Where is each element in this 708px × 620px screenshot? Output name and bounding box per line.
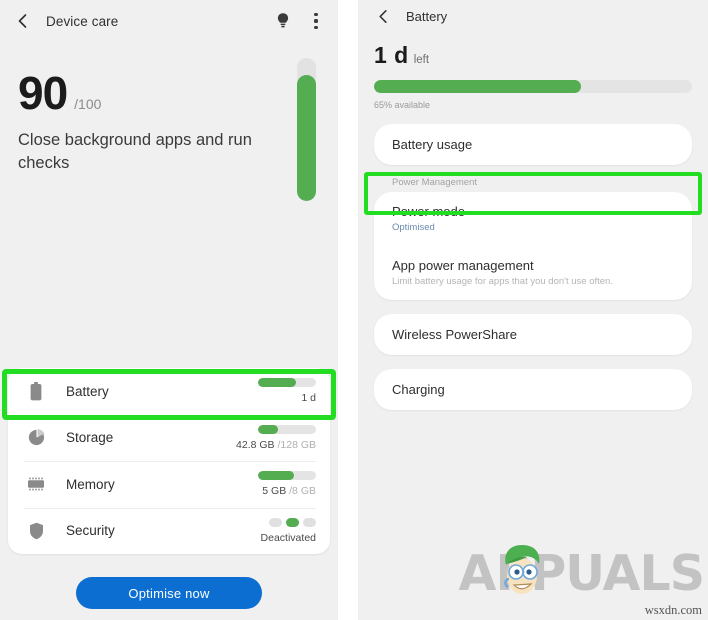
value-primary: 1 d (301, 392, 316, 405)
settings-item-title: Charging (392, 382, 445, 397)
battery-body: 1 d left 65% available Battery usage Pow… (358, 42, 708, 410)
value-primary: 42.8 GB (236, 438, 275, 451)
list-item-security[interactable]: Security Deactivated (8, 507, 330, 555)
list-item-label: Memory (66, 476, 115, 492)
list-item-memory[interactable]: Memory 5 GB /8 GB (8, 461, 330, 508)
list-item-label: Security (66, 523, 115, 539)
battery-usage-card: Battery usage (374, 124, 692, 165)
score-denominator: /100 (74, 96, 102, 112)
settings-item-title: Power mode (392, 204, 465, 219)
back-chevron-icon[interactable] (372, 5, 394, 27)
shield-icon (24, 519, 48, 543)
device-care-panel: Device care 90 /100 Close background app… (0, 0, 338, 620)
list-item-label: Storage (66, 430, 114, 446)
list-item-metric: Deactivated (220, 517, 316, 544)
value-primary: Deactivated (260, 531, 316, 544)
score-value: 90 (18, 67, 68, 119)
value-primary: 5 GB (262, 485, 287, 498)
value-secondary: /128 GB (277, 438, 316, 451)
storage-pie-icon (24, 426, 48, 450)
power-management-card: Power mode Optimised App power managemen… (374, 192, 692, 300)
battery-level-bar (374, 80, 692, 93)
section-label-power-management: Power Management (392, 177, 478, 188)
score-line: 90 /100 (18, 70, 338, 116)
optimise-now-button[interactable]: Optimise now (76, 577, 262, 609)
storage-mini-bar (258, 424, 316, 434)
battery-time-remaining: 1 d left (374, 42, 692, 69)
time-unit: left (413, 54, 430, 66)
score-gauge-fill (297, 75, 316, 201)
screenshot-root: Device care 90 /100 Close background app… (0, 0, 708, 620)
list-item-storage[interactable]: Storage 42.8 GB /128 GB (8, 414, 330, 462)
back-chevron-icon[interactable] (12, 10, 34, 32)
list-item-metric: 1 d (220, 378, 316, 404)
mini-bar-fill (258, 378, 296, 388)
list-item-value: 42.8 GB /128 GB (236, 439, 316, 451)
status-dot (269, 517, 282, 527)
memory-chip-icon (24, 472, 48, 496)
page-title: Device care (46, 13, 119, 29)
settings-item-charging[interactable]: Charging (374, 369, 692, 410)
list-item-metric: 42.8 GB /128 GB (220, 424, 316, 451)
status-dot-active (286, 517, 299, 527)
list-item-label: Battery (66, 383, 109, 399)
battery-settings-panel: Battery 1 d left 65% available Battery u… (358, 0, 708, 620)
battery-icon (24, 379, 48, 403)
battery-topbar: Battery (358, 0, 708, 32)
list-item-value: 5 GB /8 GB (262, 485, 316, 497)
device-care-topbar: Device care (0, 0, 338, 42)
settings-item-title: Battery usage (392, 137, 473, 152)
charging-card: Charging (374, 369, 692, 410)
mini-bar-fill (258, 424, 278, 434)
status-dot (303, 517, 316, 527)
settings-item-subtitle: Limit battery usage for apps that you do… (392, 276, 613, 287)
overflow-menu-icon[interactable] (308, 9, 324, 33)
list-item-metric: 5 GB /8 GB (220, 471, 316, 497)
score-vertical-gauge (297, 58, 316, 201)
device-care-list-card: Battery 1 d Storage 42.8 GB /128 GB Memo… (8, 368, 330, 554)
wireless-powershare-card: Wireless PowerShare (374, 314, 692, 355)
settings-item-title: App power management (392, 258, 534, 273)
settings-item-power-mode[interactable]: Power mode Optimised (374, 192, 692, 246)
settings-item-wireless-powershare[interactable]: Wireless PowerShare (374, 314, 692, 355)
device-care-score: 90 /100 Close background apps and run ch… (0, 42, 338, 201)
time-value: 1 d (374, 42, 409, 68)
list-item-value: Deactivated (261, 532, 316, 544)
settings-item-subtitle: Optimised (392, 222, 435, 233)
memory-mini-bar (258, 471, 316, 481)
panel-divider (338, 0, 358, 620)
battery-level-fill (374, 80, 581, 93)
settings-item-app-power-management[interactable]: App power management Limit battery usage… (374, 246, 692, 300)
battery-mini-bar (258, 378, 316, 388)
settings-item-battery-usage[interactable]: Battery usage (374, 124, 692, 165)
list-item-value: 1 d (301, 392, 316, 404)
score-description: Close background apps and run checks (18, 131, 252, 172)
value-secondary: /8 GB (289, 485, 316, 498)
battery-available-caption: 65% available (374, 100, 431, 110)
lightbulb-icon[interactable] (272, 9, 294, 33)
security-status-dots (269, 517, 316, 527)
mini-bar-fill (258, 471, 294, 481)
page-title: Battery (406, 8, 448, 24)
settings-item-title: Wireless PowerShare (392, 327, 517, 342)
list-item-battery[interactable]: Battery 1 d (8, 368, 330, 415)
